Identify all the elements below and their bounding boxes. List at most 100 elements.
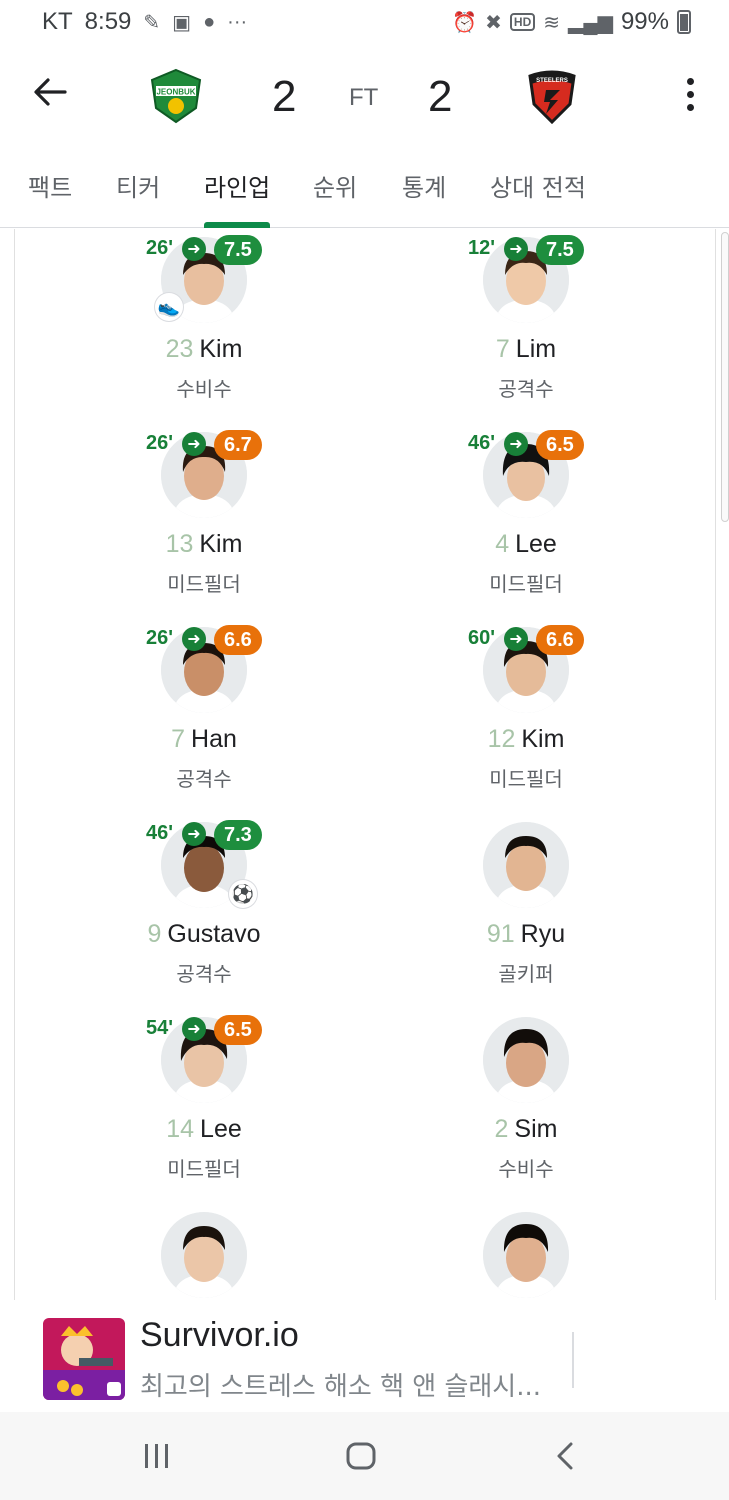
ad-divider — [572, 1332, 574, 1388]
player-rating: 6.6 — [214, 625, 262, 655]
tab-stats[interactable]: 통계 — [402, 168, 446, 203]
ad-subtitle[interactable]: 최고의 스트레스 해소 핵 앤 슬래시... — [140, 1366, 545, 1403]
status-left: KT 8:59 ✎ ▣ ● ··· — [42, 8, 247, 36]
jersey-number: 4 — [495, 530, 510, 558]
nav-back-button[interactable] — [540, 1434, 590, 1478]
player-name: Ryu — [520, 920, 566, 948]
player-rating: 6.5 — [536, 430, 584, 460]
jersey-number: 9 — [147, 920, 162, 948]
player-card[interactable]: 46' ➜ 6.5 4 Lee 미드필더 — [373, 430, 673, 602]
match-header: JEONBUK 2 FT 2 STEELERS — [0, 46, 729, 146]
player-name: Kim — [521, 725, 565, 753]
recent-apps-icon — [145, 1444, 168, 1468]
player-rating: 6.7 — [214, 430, 262, 460]
back-button[interactable] — [26, 68, 74, 116]
image-icon: ▣ — [172, 11, 192, 34]
nav-back-icon — [557, 1442, 573, 1470]
steelers-crest-icon: STEELERS — [528, 70, 576, 125]
player-avatar — [483, 1212, 569, 1298]
player-card[interactable]: 54' ➜ 6.5 14 Lee 미드필더 — [51, 1015, 351, 1187]
sub-in-arrow-icon: ➜ — [504, 237, 528, 261]
battery-icon — [677, 10, 691, 34]
player-name-line: 91 Ryu — [373, 920, 679, 949]
player-position: 미드필더 — [489, 572, 563, 596]
ad-banner[interactable]: Survivor.io 최고의 스트레스 해소 핵 앤 슬래시... — [0, 1300, 729, 1412]
tab-ticker[interactable]: 티커 — [116, 168, 160, 203]
player-name-line: 7 Lim — [373, 335, 679, 364]
player-name: Lee — [515, 530, 557, 558]
player-name: Gustavo — [167, 920, 261, 948]
status-right: ⏰ ✖ HD ≋ ▂▄▆ 99% — [452, 8, 691, 36]
player-card[interactable]: 2 Sim 수비수 — [373, 1017, 673, 1187]
player-card[interactable]: 26' ➜ 7.5 👟 23 Kim 수비수 — [51, 235, 351, 407]
player-card[interactable]: 12' ➜ 7.5 7 Lim 공격수 — [373, 235, 673, 407]
scrollbar-thumb[interactable] — [721, 232, 729, 522]
player-position: 골키퍼 — [498, 962, 554, 986]
home-score: 2 — [272, 72, 297, 121]
alarm-icon: ⏰ — [452, 11, 478, 34]
player-position: 공격수 — [498, 377, 554, 401]
home-team-logo[interactable]: JEONBUK — [148, 68, 204, 124]
player-position: 미드필더 — [167, 572, 241, 596]
svg-text:JEONBUK: JEONBUK — [156, 88, 195, 97]
home-icon — [346, 1442, 376, 1470]
player-card[interactable] — [51, 1212, 351, 1309]
player-position: 공격수 — [176, 962, 232, 986]
tab-lineup[interactable]: 라인업 — [204, 168, 270, 203]
jersey-number: 13 — [165, 530, 194, 558]
away-team-logo[interactable]: STEELERS — [524, 68, 580, 125]
player-name: Lee — [200, 1115, 242, 1143]
player-card[interactable]: 91 Ryu 골키퍼 — [373, 822, 673, 992]
player-name: Han — [191, 725, 237, 753]
tab-head-to-head[interactable]: 상대 전적 — [490, 168, 586, 203]
player-name-line: 13 Kim — [51, 530, 357, 559]
more-dot-icon — [686, 90, 694, 98]
player-name-line: 4 Lee — [373, 530, 679, 559]
signal-icon: ▂▄▆ — [568, 11, 613, 34]
player-name: Kim — [199, 530, 243, 558]
player-card[interactable] — [373, 1212, 673, 1309]
player-avatar — [483, 822, 569, 908]
player-position: 미드필더 — [167, 1157, 241, 1181]
status-carrier: KT — [42, 8, 73, 35]
ad-title[interactable]: Survivor.io — [140, 1316, 299, 1355]
player-card[interactable]: 26' ➜ 6.6 7 Han 공격수 — [51, 625, 351, 797]
active-tab-indicator — [204, 222, 270, 228]
home-button[interactable] — [336, 1434, 386, 1478]
lineup-panel: 26' ➜ 7.5 👟 23 Kim 수비수 12' ➜ 7.5 7 Lim 공격수… — [14, 229, 716, 1309]
tab-standings[interactable]: 순위 — [313, 168, 357, 203]
sub-in-arrow-icon: ➜ — [182, 822, 206, 846]
jeonbuk-crest-icon: JEONBUK — [150, 68, 202, 124]
jersey-number: 23 — [165, 335, 194, 363]
match-status: FT — [349, 84, 379, 111]
attachment-icon: ✎ — [143, 11, 161, 34]
match-tabs: 팩트 티커 라인업 순위 통계 상대 전적 — [0, 146, 729, 228]
player-rating: 7.5 — [536, 235, 584, 265]
player-card[interactable]: 26' ➜ 6.7 13 Kim 미드필더 — [51, 430, 351, 602]
player-name-line: 12 Kim — [373, 725, 679, 754]
tab-facts[interactable]: 팩트 — [28, 168, 72, 203]
status-time: 8:59 — [84, 8, 132, 35]
sub-in-arrow-icon: ➜ — [504, 432, 528, 456]
player-rating: 6.6 — [536, 625, 584, 655]
recent-apps-button[interactable] — [132, 1434, 182, 1478]
jersey-number: 2 — [494, 1115, 509, 1143]
player-position: 수비수 — [176, 377, 232, 401]
more-dot-icon — [686, 77, 694, 85]
player-name: Kim — [199, 335, 243, 363]
sub-in-arrow-icon: ➜ — [182, 627, 206, 651]
sub-in-arrow-icon: ➜ — [182, 432, 206, 456]
player-position: 미드필더 — [489, 767, 563, 791]
player-card[interactable]: 46' ➜ 7.3 ⚽ 9 Gustavo 공격수 — [51, 820, 351, 992]
sub-in-arrow-icon: ➜ — [504, 627, 528, 651]
player-avatar — [161, 1212, 247, 1298]
player-card[interactable]: 60' ➜ 6.6 12 Kim 미드필더 — [373, 625, 673, 797]
player-name-line: 7 Han — [51, 725, 357, 754]
jersey-number: 7 — [171, 725, 186, 753]
ad-app-icon[interactable] — [43, 1318, 125, 1400]
wifi-icon: ≋ — [543, 11, 561, 34]
more-options-button[interactable] — [668, 70, 712, 118]
more-dot-icon — [686, 103, 694, 111]
back-arrow-icon — [34, 78, 67, 106]
sub-in-arrow-icon: ➜ — [182, 1017, 206, 1041]
